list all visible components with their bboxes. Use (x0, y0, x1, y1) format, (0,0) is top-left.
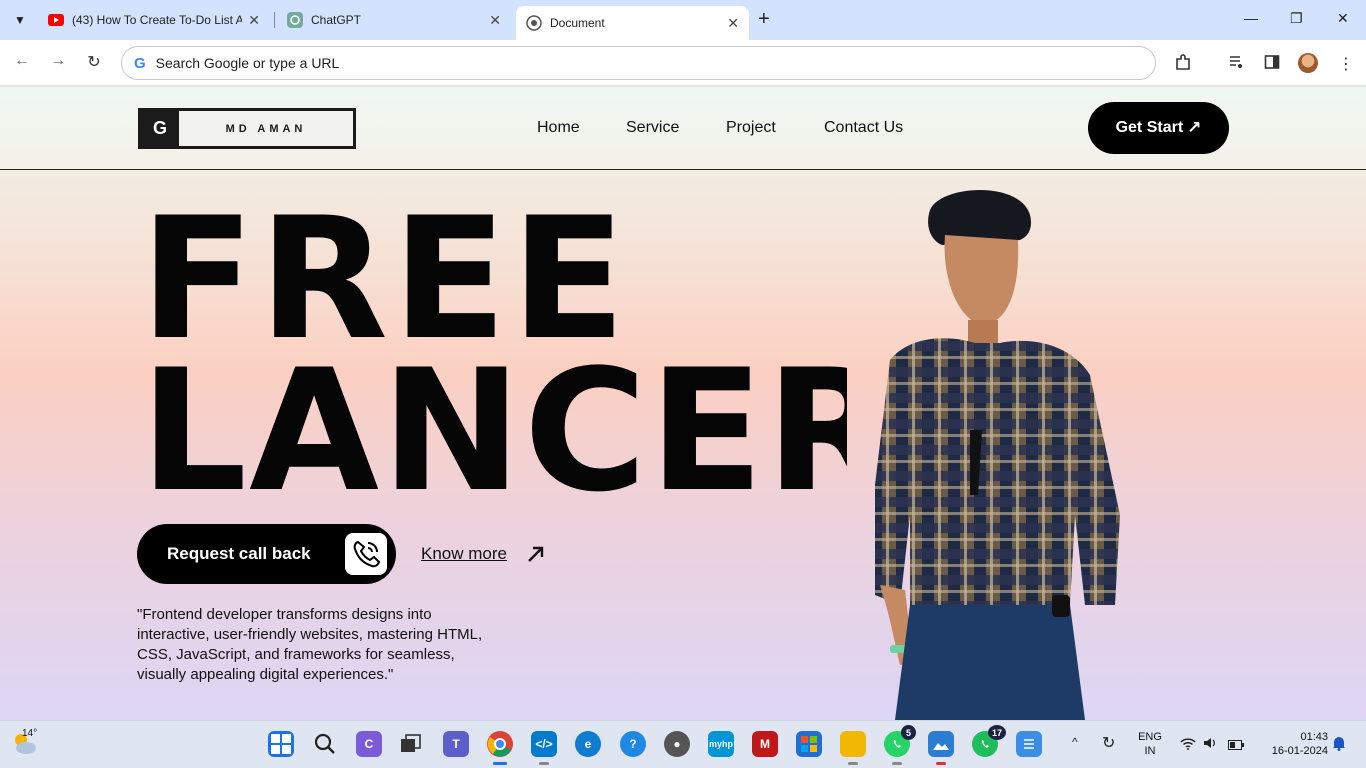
tab-youtube[interactable]: (43) How To Create To-Do List A ✕ (38, 6, 270, 34)
running-indicator (539, 762, 549, 765)
nav-home[interactable]: Home (537, 119, 580, 137)
side-panel-icon[interactable] (1264, 54, 1280, 74)
logo-text: MD AMAN (225, 122, 307, 135)
chatgpt-icon (287, 12, 303, 28)
language-code: ENG (1138, 731, 1162, 743)
notepad-icon[interactable] (1016, 731, 1042, 757)
media-control-icon[interactable] (1228, 54, 1244, 74)
google-icon: G (134, 54, 146, 72)
tab-close-icon[interactable]: ✕ (727, 15, 739, 31)
tab-document[interactable]: Document ✕ (516, 6, 749, 40)
restore-icon[interactable]: ❐ (1290, 10, 1303, 27)
edge-icon[interactable]: e (575, 731, 601, 757)
tab-chatgpt[interactable]: ChatGPT ✕ (277, 6, 511, 34)
teams-icon[interactable]: T (443, 731, 469, 757)
profile-photo (870, 185, 1130, 720)
globe-icon (526, 15, 542, 31)
mcafee-icon[interactable]: M (752, 731, 778, 757)
hero-title-clip: LANCER (0, 345, 847, 495)
site-logo[interactable]: G MD AMAN (138, 108, 356, 149)
logo-mark: G (141, 111, 179, 146)
tab-close-icon[interactable]: ✕ (489, 12, 501, 28)
hero-title-lancer: LANCER (140, 345, 847, 495)
tab-separator (274, 12, 275, 28)
running-indicator (936, 762, 946, 765)
clock[interactable]: 01:43 16-01-2024 (1256, 730, 1328, 758)
know-more-link[interactable]: Know more (421, 544, 507, 564)
reload-icon[interactable]: ↻ (84, 52, 104, 72)
help-icon[interactable]: ? (620, 731, 646, 757)
chevron-down-icon: ▼ (14, 13, 26, 27)
minimize-icon[interactable]: — (1244, 10, 1258, 26)
address-bar[interactable]: G (121, 46, 1156, 80)
search-icon[interactable] (312, 731, 338, 757)
close-icon[interactable]: ✕ (1337, 10, 1349, 27)
nav-contact-us[interactable]: Contact Us (824, 119, 903, 137)
forward-icon[interactable]: → (48, 52, 68, 70)
address-input[interactable] (155, 55, 1056, 71)
whatsapp-business-badge: 17 (988, 725, 1006, 740)
new-tab-button[interactable]: + (758, 9, 770, 29)
tab-close-icon[interactable]: ✕ (248, 12, 260, 28)
running-indicator (493, 762, 507, 765)
arrow-up-right-icon[interactable] (526, 544, 546, 569)
tab-title: Document (550, 16, 605, 30)
get-start-label: Get Start (1115, 119, 1184, 136)
battery-icon[interactable] (1228, 737, 1244, 755)
myhp-icon[interactable]: myhp (708, 731, 734, 757)
weather-temp: 14° (22, 728, 38, 739)
arrow-up-right-icon: ↗ (1187, 118, 1202, 137)
youtube-icon (48, 12, 64, 28)
running-indicator (848, 762, 858, 765)
notification-bell-icon[interactable] (1332, 735, 1346, 756)
browser-tab-strip: ▼ (43) How To Create To-Do List A ✕ Chat… (0, 0, 1366, 40)
menu-icon[interactable]: ⋮ (1338, 54, 1354, 74)
language-indicator[interactable]: ENG IN (1134, 730, 1166, 758)
clock-time: 01:43 (1300, 731, 1328, 743)
wifi-icon[interactable] (1180, 737, 1196, 755)
profile-avatar[interactable] (1298, 53, 1318, 73)
copilot-icon[interactable]: C (356, 731, 382, 757)
hero-title-free: FREE (140, 181, 630, 377)
sync-icon[interactable]: ↻ (1102, 733, 1115, 753)
cta-label: Request call back (167, 544, 311, 563)
nav-project[interactable]: Project (726, 119, 776, 137)
chevron-up-icon[interactable]: ^ (1072, 735, 1078, 749)
get-start-button[interactable]: Get Start ↗ (1088, 102, 1229, 154)
task-view-icon[interactable] (398, 731, 424, 757)
running-indicator (892, 762, 902, 765)
intro-quote: "Frontend developer transforms designs i… (137, 606, 483, 683)
chrome-icon[interactable] (487, 731, 513, 765)
store-icon[interactable] (796, 731, 822, 757)
back-icon[interactable]: ← (12, 52, 32, 70)
page-viewport: G MD AMAN Home Service Project Contact U… (0, 87, 1366, 720)
tab-title: ChatGPT (311, 13, 362, 27)
tab-search-button[interactable]: ▼ (6, 6, 34, 34)
nav-service[interactable]: Service (626, 119, 679, 137)
clock-date: 16-01-2024 (1271, 745, 1328, 757)
start-icon[interactable] (268, 731, 294, 757)
photos-icon[interactable] (928, 731, 954, 765)
browser-toolbar: ← → ↻ G ⋮ (0, 40, 1366, 86)
request-call-back-button[interactable]: Request call back (137, 524, 396, 584)
language-region: IN (1144, 745, 1156, 757)
whatsapp-business-icon[interactable]: 17 (972, 725, 1006, 757)
whatsapp-icon[interactable]: 5 (884, 725, 916, 765)
volume-icon[interactable] (1203, 736, 1217, 755)
vscode-icon[interactable]: </> (531, 731, 557, 765)
phone-icon (345, 533, 387, 575)
file-explorer-icon[interactable] (840, 731, 866, 765)
media-icon[interactable]: ● (664, 731, 690, 757)
site-header: G MD AMAN Home Service Project Contact U… (0, 87, 1366, 170)
taskbar: 14° C T </> e ? ● myhp M 5 17 ^ ↻ ENG IN… (0, 720, 1366, 768)
extensions-icon[interactable] (1174, 54, 1192, 76)
tab-title: (43) How To Create To-Do List A (72, 13, 242, 27)
whatsapp-badge: 5 (901, 725, 916, 740)
